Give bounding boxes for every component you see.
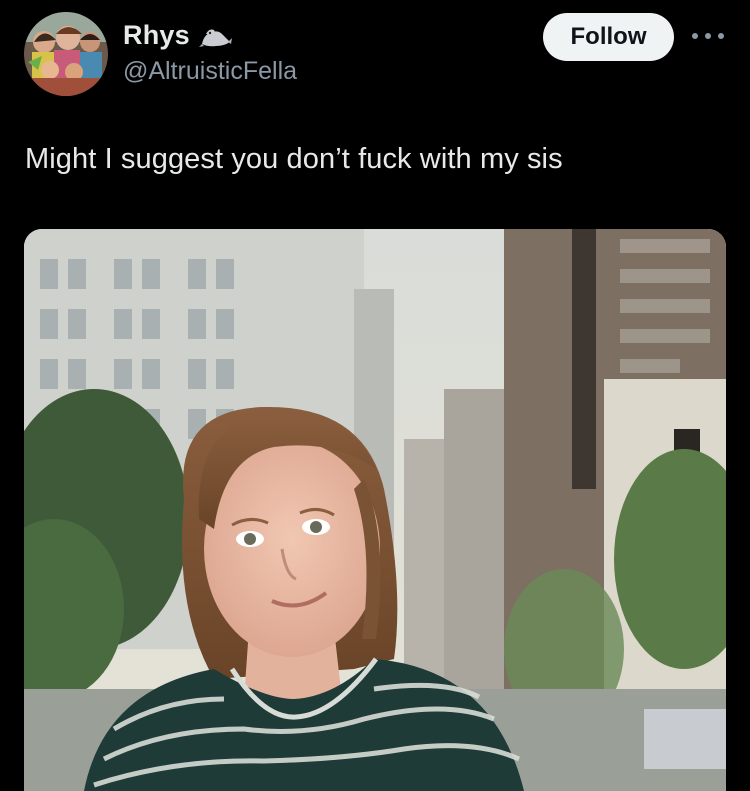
dot: [705, 33, 711, 39]
tweet-photo[interactable]: [24, 229, 726, 791]
display-name-row: Rhys: [123, 20, 297, 51]
follow-button[interactable]: Follow: [543, 13, 674, 61]
avatar[interactable]: [24, 12, 108, 96]
tweet-text: Might I suggest you don’t fuck with my s…: [25, 143, 563, 175]
seal-icon: [198, 24, 232, 48]
author-handle[interactable]: @AltruisticFella: [123, 57, 297, 86]
tweet-header: Rhys @AltruisticFella Follow: [0, 0, 750, 110]
display-name[interactable]: Rhys: [123, 20, 190, 51]
more-horizontal-icon[interactable]: [692, 28, 724, 44]
dot: [718, 33, 724, 39]
dot: [692, 33, 698, 39]
author-names: Rhys @AltruisticFella: [123, 20, 297, 86]
